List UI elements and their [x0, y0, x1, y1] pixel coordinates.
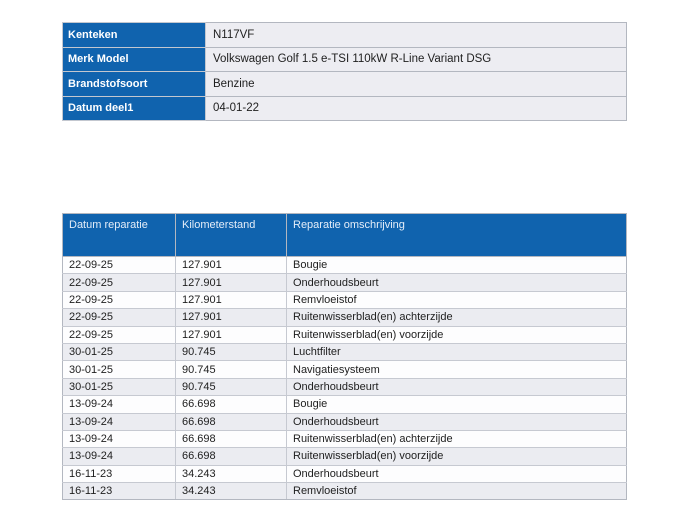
repair-description-cell: Remvloeistof: [286, 482, 627, 501]
repair-row: 13-09-24 66.698 Ruitenwisserblad(en) voo…: [62, 447, 627, 466]
repair-table-header: Datum reparatie Kilometerstand Reparatie…: [62, 213, 627, 257]
repair-date-cell: 30-01-25: [62, 360, 176, 379]
repair-header-row: Datum reparatie Kilometerstand Reparatie…: [62, 213, 627, 257]
repair-row: 16-11-23 34.243 Onderhoudsbeurt: [62, 464, 627, 484]
repair-description-cell: Onderhoudsbeurt: [286, 464, 627, 484]
repair-date-cell: 30-01-25: [62, 377, 176, 397]
repair-odometer-cell: 127.901: [175, 325, 287, 344]
repair-date-cell: 22-09-25: [62, 290, 176, 310]
repair-odometer-cell: 90.745: [175, 360, 287, 379]
repair-row: 13-09-24 66.698 Onderhoudsbeurt: [62, 412, 627, 431]
vehicle-field-label: Kenteken: [62, 22, 206, 48]
vehicle-field-value: Volkswagen Golf 1.5 e-TSI 110kW R-Line V…: [205, 46, 627, 72]
repair-description-cell: Onderhoudsbeurt: [286, 273, 627, 292]
repair-description-cell: Ruitenwisserblad(en) achterzijde: [286, 429, 627, 449]
repair-row: 16-11-23 34.243 Remvloeistof: [62, 482, 627, 501]
repair-description-cell: Navigatiesysteem: [286, 360, 627, 379]
repair-date-cell: 22-09-25: [62, 255, 176, 275]
repair-odometer-cell: 66.698: [175, 395, 287, 414]
vehicle-info-row: Kenteken N117VF: [62, 22, 627, 48]
vehicle-field-value: Benzine: [205, 71, 627, 97]
repair-description-cell: Onderhoudsbeurt: [286, 412, 627, 431]
repair-row: 30-01-25 90.745 Onderhoudsbeurt: [62, 377, 627, 397]
repair-odometer-cell: 127.901: [175, 255, 287, 275]
repair-row: 22-09-25 127.901 Ruitenwisserblad(en) vo…: [62, 325, 627, 344]
repair-date-cell: 16-11-23: [62, 464, 176, 484]
repair-description-cell: Bougie: [286, 255, 627, 275]
repair-date-cell: 22-09-25: [62, 325, 176, 344]
repair-row: 30-01-25 90.745 Luchtfilter: [62, 342, 627, 362]
column-header-kilometerstand: Kilometerstand: [175, 213, 287, 257]
repair-date-cell: 13-09-24: [62, 429, 176, 449]
vehicle-field-value: 04-01-22: [205, 95, 627, 121]
vehicle-field-label: Datum deel1: [62, 95, 206, 121]
repair-row: 13-09-24 66.698 Bougie: [62, 395, 627, 414]
repair-description-cell: Ruitenwisserblad(en) voorzijde: [286, 325, 627, 344]
repair-history-table: Datum reparatie Kilometerstand Reparatie…: [62, 213, 627, 501]
vehicle-field-label: Brandstofsoort: [62, 71, 206, 97]
repair-description-cell: Bougie: [286, 395, 627, 414]
repair-date-cell: 22-09-25: [62, 308, 176, 327]
repair-row: 22-09-25 127.901 Remvloeistof: [62, 290, 627, 310]
repair-description-cell: Ruitenwisserblad(en) voorzijde: [286, 447, 627, 466]
repair-date-cell: 22-09-25: [62, 273, 176, 292]
repair-description-cell: Remvloeistof: [286, 290, 627, 310]
repair-row: 22-09-25 127.901 Bougie: [62, 255, 627, 275]
vehicle-info-row: Datum deel1 04-01-22: [62, 95, 627, 121]
repair-date-cell: 13-09-24: [62, 447, 176, 466]
repair-row: 30-01-25 90.745 Navigatiesysteem: [62, 360, 627, 379]
repair-row: 22-09-25 127.901 Onderhoudsbeurt: [62, 273, 627, 292]
column-header-datum-reparatie: Datum reparatie: [62, 213, 176, 257]
vehicle-info-row: Brandstofsoort Benzine: [62, 71, 627, 97]
repair-row: 22-09-25 127.901 Ruitenwisserblad(en) ac…: [62, 308, 627, 327]
repair-date-cell: 13-09-24: [62, 395, 176, 414]
vehicle-field-label: Merk Model: [62, 46, 206, 72]
column-header-reparatie-omschrijving: Reparatie omschrijving: [286, 213, 627, 257]
repair-odometer-cell: 127.901: [175, 290, 287, 310]
repair-odometer-cell: 34.243: [175, 482, 287, 501]
repair-odometer-cell: 66.698: [175, 412, 287, 431]
vehicle-info-row: Merk Model Volkswagen Golf 1.5 e-TSI 110…: [62, 46, 627, 72]
repair-date-cell: 13-09-24: [62, 412, 176, 431]
repair-odometer-cell: 90.745: [175, 342, 287, 362]
repair-date-cell: 30-01-25: [62, 342, 176, 362]
repair-row: 13-09-24 66.698 Ruitenwisserblad(en) ach…: [62, 429, 627, 449]
repair-odometer-cell: 66.698: [175, 447, 287, 466]
repair-table-body: 22-09-25 127.901 Bougie 22-09-25 127.901…: [62, 255, 627, 501]
repair-odometer-cell: 66.698: [175, 429, 287, 449]
repair-description-cell: Ruitenwisserblad(en) achterzijde: [286, 308, 627, 327]
repair-odometer-cell: 127.901: [175, 308, 287, 327]
repair-description-cell: Luchtfilter: [286, 342, 627, 362]
vehicle-info-body: Kenteken N117VF Merk Model Volkswagen Go…: [62, 22, 627, 121]
vehicle-field-value: N117VF: [205, 22, 627, 48]
repair-odometer-cell: 34.243: [175, 464, 287, 484]
repair-description-cell: Onderhoudsbeurt: [286, 377, 627, 397]
repair-odometer-cell: 127.901: [175, 273, 287, 292]
repair-date-cell: 16-11-23: [62, 482, 176, 501]
repair-odometer-cell: 90.745: [175, 377, 287, 397]
vehicle-info-table: Kenteken N117VF Merk Model Volkswagen Go…: [62, 22, 627, 121]
